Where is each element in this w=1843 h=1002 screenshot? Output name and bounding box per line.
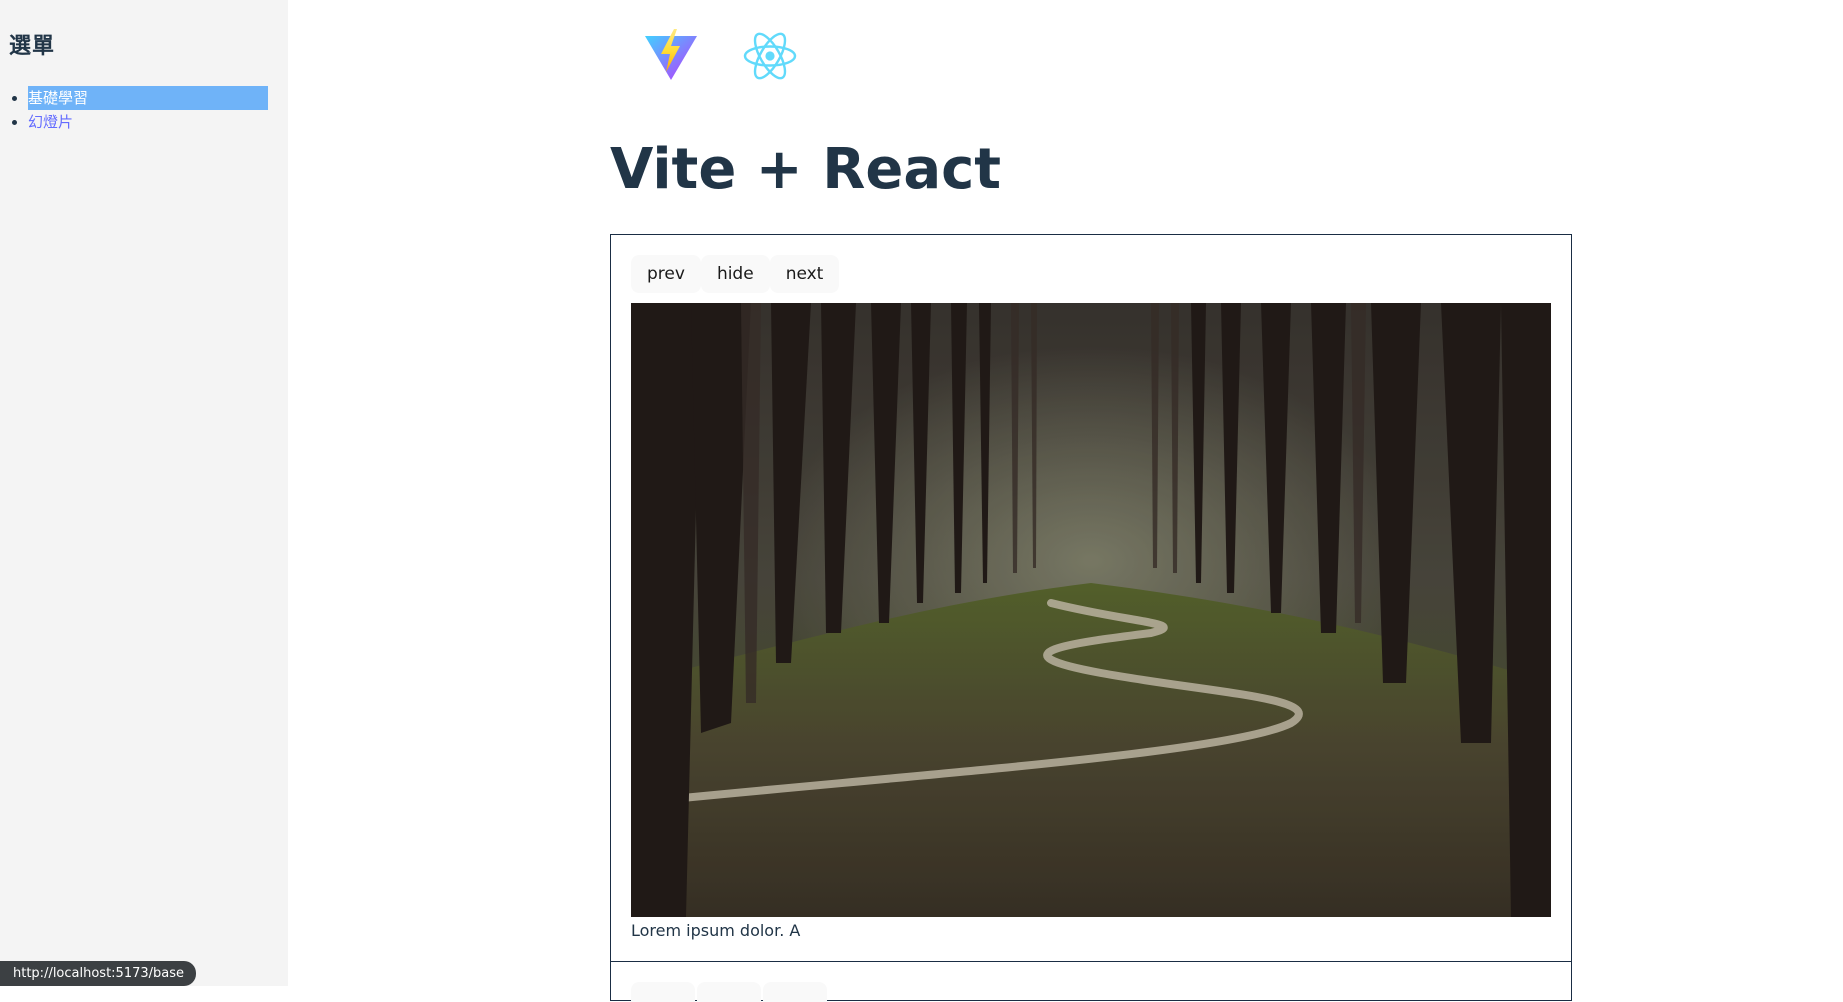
- prev-button[interactable]: prev: [631, 255, 701, 293]
- status-bar-url: http://localhost:5173/base: [0, 961, 197, 986]
- partial-button[interactable]: [631, 982, 695, 1002]
- sidebar-item-basics[interactable]: 基礎學習: [28, 86, 288, 110]
- sidebar-title: 選單: [9, 34, 56, 59]
- hide-button[interactable]: hide: [700, 255, 770, 293]
- second-card: [610, 961, 1572, 1002]
- sidebar-item-slides[interactable]: 幻燈片: [28, 110, 288, 134]
- next-button[interactable]: next: [769, 255, 840, 293]
- sidebar-menu: 基礎學習 幻燈片: [9, 86, 288, 134]
- sidebar-item-label[interactable]: 幻燈片: [28, 113, 73, 131]
- vite-logo-icon[interactable]: [643, 28, 699, 84]
- carousel-image: [631, 303, 1551, 917]
- partial-button[interactable]: [763, 982, 827, 1002]
- partial-button[interactable]: [697, 982, 761, 1002]
- sidebar: 選單 基礎學習 幻燈片: [0, 0, 288, 986]
- carousel-controls: prev hide next: [631, 255, 840, 293]
- carousel-caption: Lorem ipsum dolor. A: [631, 921, 801, 940]
- react-logo-icon[interactable]: [742, 28, 798, 84]
- carousel-card: prev hide next Lorem ipsum dolor. A: [610, 234, 1572, 962]
- sidebar-item-label[interactable]: 基礎學習: [28, 86, 268, 110]
- page-title: Vite + React: [610, 137, 1002, 202]
